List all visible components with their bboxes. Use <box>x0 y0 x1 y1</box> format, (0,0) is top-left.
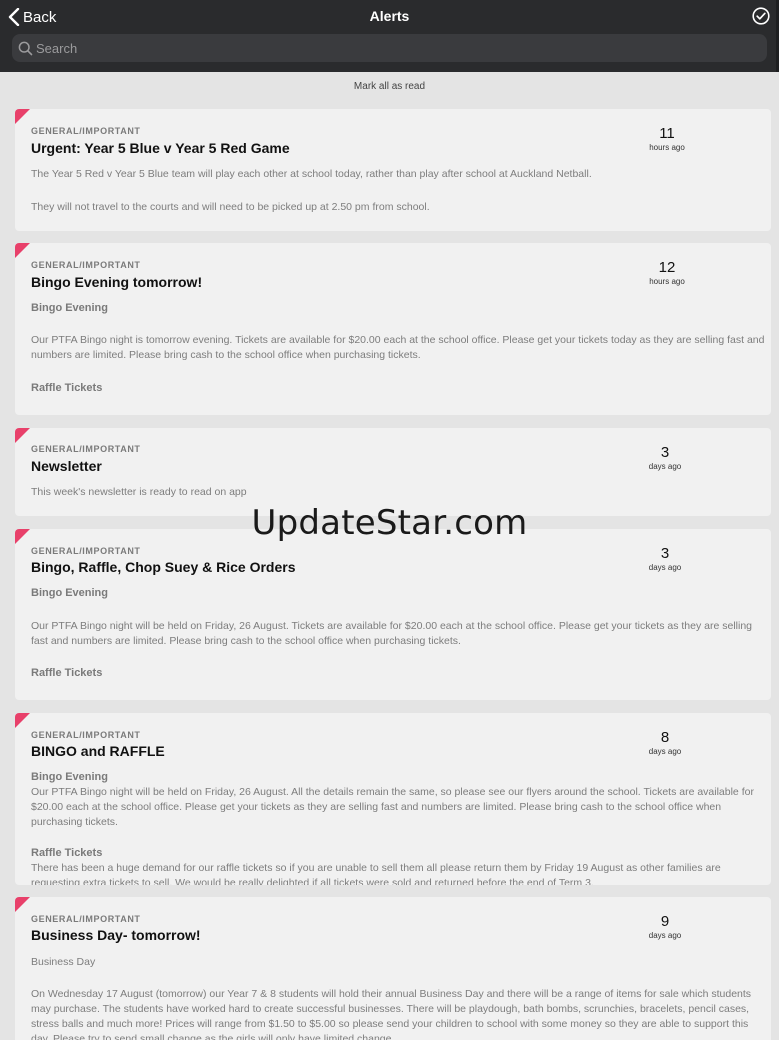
alert-time-value: 9 <box>660 913 670 930</box>
alert-body: Our PTFA Bingo night will be held on Fri… <box>31 786 754 828</box>
alert-time-unit: days ago <box>648 931 682 940</box>
search-input[interactable] <box>36 40 736 56</box>
alert-time-unit: hours ago <box>649 143 685 152</box>
unread-flag-icon <box>15 529 30 544</box>
alert-title: Urgent: Year 5 Blue v Year 5 Red Game <box>31 140 290 156</box>
nav-bar: Back Alerts <box>0 0 779 72</box>
alert-subheading: Raffle Tickets <box>31 667 103 679</box>
alert-time-unit: days ago <box>648 747 682 756</box>
alert-time: 3 days ago <box>635 444 695 471</box>
mark-all-read-button[interactable]: Mark all as read <box>0 81 779 92</box>
alert-time: 12 hours ago <box>637 259 697 286</box>
alert-time: 9 days ago <box>635 913 695 940</box>
alert-card[interactable]: GENERAL/IMPORTANT Urgent: Year 5 Blue v … <box>15 109 771 231</box>
alert-category: GENERAL/IMPORTANT <box>31 444 141 454</box>
alert-time-unit: days ago <box>648 462 682 471</box>
alert-subheading: Bingo Evening <box>31 302 108 314</box>
alert-body: There has been a huge demand for our raf… <box>31 862 721 885</box>
alert-card[interactable]: GENERAL/IMPORTANT Bingo Evening tomorrow… <box>15 243 771 415</box>
alert-time-value: 3 <box>660 444 670 461</box>
checkmark-circle-icon[interactable] <box>752 7 770 25</box>
alert-body: Our PTFA Bingo night is tomorrow evening… <box>31 334 765 361</box>
alert-time: 8 days ago <box>635 729 695 756</box>
alert-title: Newsletter <box>31 458 102 474</box>
alert-subheading: Bingo Evening <box>31 771 108 783</box>
alert-time-value: 11 <box>659 125 675 142</box>
alert-time-value: 12 <box>658 259 676 276</box>
alert-card[interactable]: GENERAL/IMPORTANT Business Day- tomorrow… <box>15 897 771 1040</box>
unread-flag-icon <box>15 109 30 124</box>
unread-flag-icon <box>15 897 30 912</box>
alert-time: 11 hours ago <box>637 125 697 152</box>
alert-card[interactable]: GENERAL/IMPORTANT Newsletter 3 days ago … <box>15 428 771 516</box>
unread-flag-icon <box>15 243 30 258</box>
alert-body: The Year 5 Red v Year 5 Blue team will p… <box>31 168 592 180</box>
alert-title: Bingo Evening tomorrow! <box>31 274 203 290</box>
alert-time-value: 8 <box>660 729 670 746</box>
unread-flag-icon <box>15 428 30 443</box>
alert-subheading: Raffle Tickets <box>31 382 103 394</box>
alert-category: GENERAL/IMPORTANT <box>31 914 141 924</box>
alert-title: Business Day- tomorrow! <box>31 927 201 943</box>
alert-time-value: 3 <box>660 545 670 562</box>
search-bar[interactable] <box>12 34 767 62</box>
alert-subheading: Bingo Evening <box>31 587 108 599</box>
search-icon <box>18 41 33 55</box>
alert-category: GENERAL/IMPORTANT <box>31 546 141 556</box>
alert-subheading: Raffle Tickets <box>31 847 103 859</box>
alert-card[interactable]: GENERAL/IMPORTANT BINGO and RAFFLE 8 day… <box>15 713 771 885</box>
alert-body: This week's newsletter is ready to read … <box>31 486 247 498</box>
alert-time-unit: days ago <box>648 563 682 572</box>
page-title: Alerts <box>369 8 410 24</box>
alert-time-unit: hours ago <box>649 277 685 286</box>
alert-category: GENERAL/IMPORTANT <box>31 260 141 270</box>
alert-title: BINGO and RAFFLE <box>31 743 165 759</box>
alert-card[interactable]: GENERAL/IMPORTANT Bingo, Raffle, Chop Su… <box>15 529 771 700</box>
alert-body: On Wednesday 17 August (tomorrow) our Ye… <box>31 988 752 1040</box>
alert-category: GENERAL/IMPORTANT <box>31 126 141 136</box>
alert-body: They will not travel to the courts and w… <box>31 201 430 213</box>
alert-body: Business Day <box>31 956 96 968</box>
alert-time: 3 days ago <box>635 545 695 572</box>
alert-body: Our PTFA Bingo night will be held on Fri… <box>31 620 753 647</box>
alert-category: GENERAL/IMPORTANT <box>31 730 141 740</box>
unread-flag-icon <box>15 713 30 728</box>
alert-title: Bingo, Raffle, Chop Suey & Rice Orders <box>31 559 296 575</box>
